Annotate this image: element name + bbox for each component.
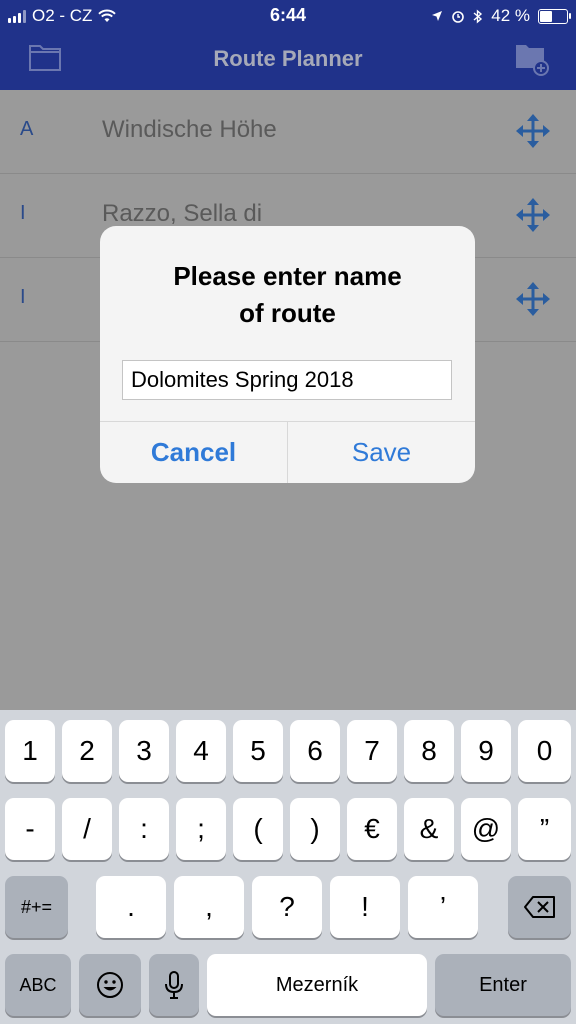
move-handle-icon[interactable] xyxy=(514,196,552,234)
key-4[interactable]: 4 xyxy=(176,720,226,782)
dialog-title-line-2: of route xyxy=(239,298,336,328)
dialog-title: Please enter name of route xyxy=(100,258,475,332)
key-0[interactable]: 0 xyxy=(518,720,571,782)
key-comma[interactable]: , xyxy=(174,876,244,938)
key-3[interactable]: 3 xyxy=(119,720,169,782)
status-right: 42 % xyxy=(431,6,571,26)
nav-bar: Route Planner xyxy=(0,30,576,90)
key-2[interactable]: 2 xyxy=(62,720,112,782)
route-name: Razzo, Sella di xyxy=(102,200,263,227)
keyboard: 1 2 3 4 5 6 7 8 9 0 - / : ; ( ) € & @ ” … xyxy=(0,710,576,1024)
page-title: Route Planner xyxy=(213,46,363,71)
key-quote[interactable]: ” xyxy=(518,798,571,860)
key-open-paren[interactable]: ( xyxy=(233,798,283,860)
cancel-button[interactable]: Cancel xyxy=(100,422,288,483)
battery-percent: 42 % xyxy=(491,6,530,25)
dialog-buttons: Cancel Save xyxy=(100,421,475,483)
key-slash[interactable]: / xyxy=(62,798,112,860)
route-name-dialog: Please enter name of route Cancel Save xyxy=(100,226,475,483)
key-8[interactable]: 8 xyxy=(404,720,454,782)
dictation-key[interactable] xyxy=(149,954,199,1016)
space-key[interactable]: Mezerník xyxy=(207,954,427,1016)
abc-key[interactable]: ABC xyxy=(5,954,71,1016)
key-period[interactable]: . xyxy=(96,876,166,938)
key-apostrophe[interactable]: ’ xyxy=(408,876,478,938)
key-colon[interactable]: : xyxy=(119,798,169,860)
key-semicolon[interactable]: ; xyxy=(176,798,226,860)
key-5[interactable]: 5 xyxy=(233,720,283,782)
emoji-icon xyxy=(97,972,123,998)
enter-key[interactable]: Enter xyxy=(435,954,571,1016)
key-exclamation[interactable]: ! xyxy=(330,876,400,938)
move-handle-icon[interactable] xyxy=(514,280,552,318)
key-ampersand[interactable]: & xyxy=(404,798,454,860)
key-hyphen[interactable]: - xyxy=(5,798,55,860)
key-7[interactable]: 7 xyxy=(347,720,397,782)
move-handle-icon[interactable] xyxy=(514,112,552,150)
route-name: Windische Höhe xyxy=(102,116,277,143)
bluetooth-icon xyxy=(473,8,483,24)
microphone-icon xyxy=(165,971,183,999)
battery-icon xyxy=(538,8,571,24)
alarm-icon xyxy=(452,11,465,23)
route-letter: I xyxy=(20,286,26,308)
symbols-key[interactable]: #+= xyxy=(5,876,68,938)
location-arrow-icon xyxy=(432,11,443,21)
key-euro[interactable]: € xyxy=(347,798,397,860)
emoji-key[interactable] xyxy=(79,954,141,1016)
backspace-key[interactable] xyxy=(508,876,571,938)
route-row[interactable]: A Windische Höhe xyxy=(0,90,576,174)
backspace-icon xyxy=(523,896,555,918)
key-close-paren[interactable]: ) xyxy=(290,798,340,860)
status-bar: O2 - CZ 6:44 42 % xyxy=(0,0,576,30)
route-letter: A xyxy=(20,118,34,140)
key-9[interactable]: 9 xyxy=(461,720,511,782)
key-1[interactable]: 1 xyxy=(5,720,55,782)
route-letter: I xyxy=(20,202,26,224)
key-question[interactable]: ? xyxy=(252,876,322,938)
save-button[interactable]: Save xyxy=(288,422,475,483)
folder-add-icon[interactable] xyxy=(514,42,550,76)
key-6[interactable]: 6 xyxy=(290,720,340,782)
route-name-input[interactable] xyxy=(122,360,452,400)
key-at[interactable]: @ xyxy=(461,798,511,860)
dialog-title-line-1: Please enter name xyxy=(173,261,402,291)
